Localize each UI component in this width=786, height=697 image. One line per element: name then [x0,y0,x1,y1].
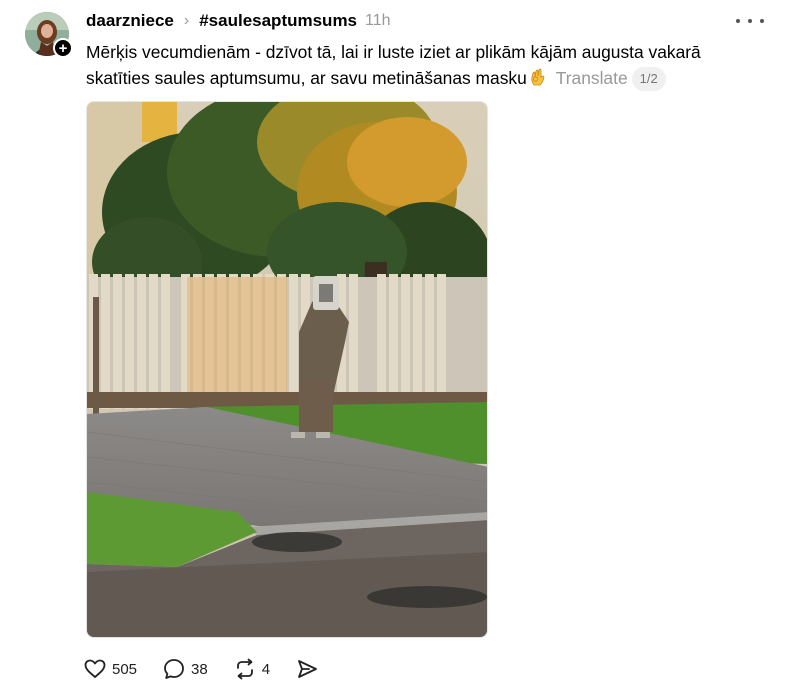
repost-arrows-icon [236,658,253,680]
image-pager-badge: 1/2 [631,67,666,91]
post-actions: 505 38 4 [84,655,344,683]
dot [760,19,764,23]
like-button[interactable]: 505 [84,659,137,679]
ok-hand-emoji-icon [531,68,545,86]
repost-count: 4 [261,660,271,678]
post-header: daarzniece › #saulesaptumsums 11h [86,10,391,32]
heart-icon [84,659,106,678]
translate-link[interactable]: Translate [556,68,628,88]
post-text: Mērķis vecumdienām - dzīvot tā, lai ir l… [86,39,766,91]
dot [736,19,740,23]
post-photo[interactable] [86,101,488,638]
follow-plus-icon[interactable]: + [53,38,73,58]
avatar-wrap[interactable]: + [25,12,73,58]
share-button[interactable] [296,658,318,680]
dot [748,19,752,23]
topic-tag-link[interactable]: #saulesaptumsums [199,11,357,31]
like-count: 505 [112,660,138,678]
post-timestamp[interactable]: 11h [365,12,391,30]
comment-button[interactable]: 38 [163,658,208,680]
chevron-right-icon: › [183,12,190,29]
send-paper-plane-icon [298,660,317,678]
comment-count: 38 [191,660,208,678]
more-dots-icon[interactable] [736,10,764,32]
repost-button[interactable]: 4 [234,658,270,680]
comment-bubble-icon [164,659,184,679]
username-link[interactable]: daarzniece [86,11,174,31]
